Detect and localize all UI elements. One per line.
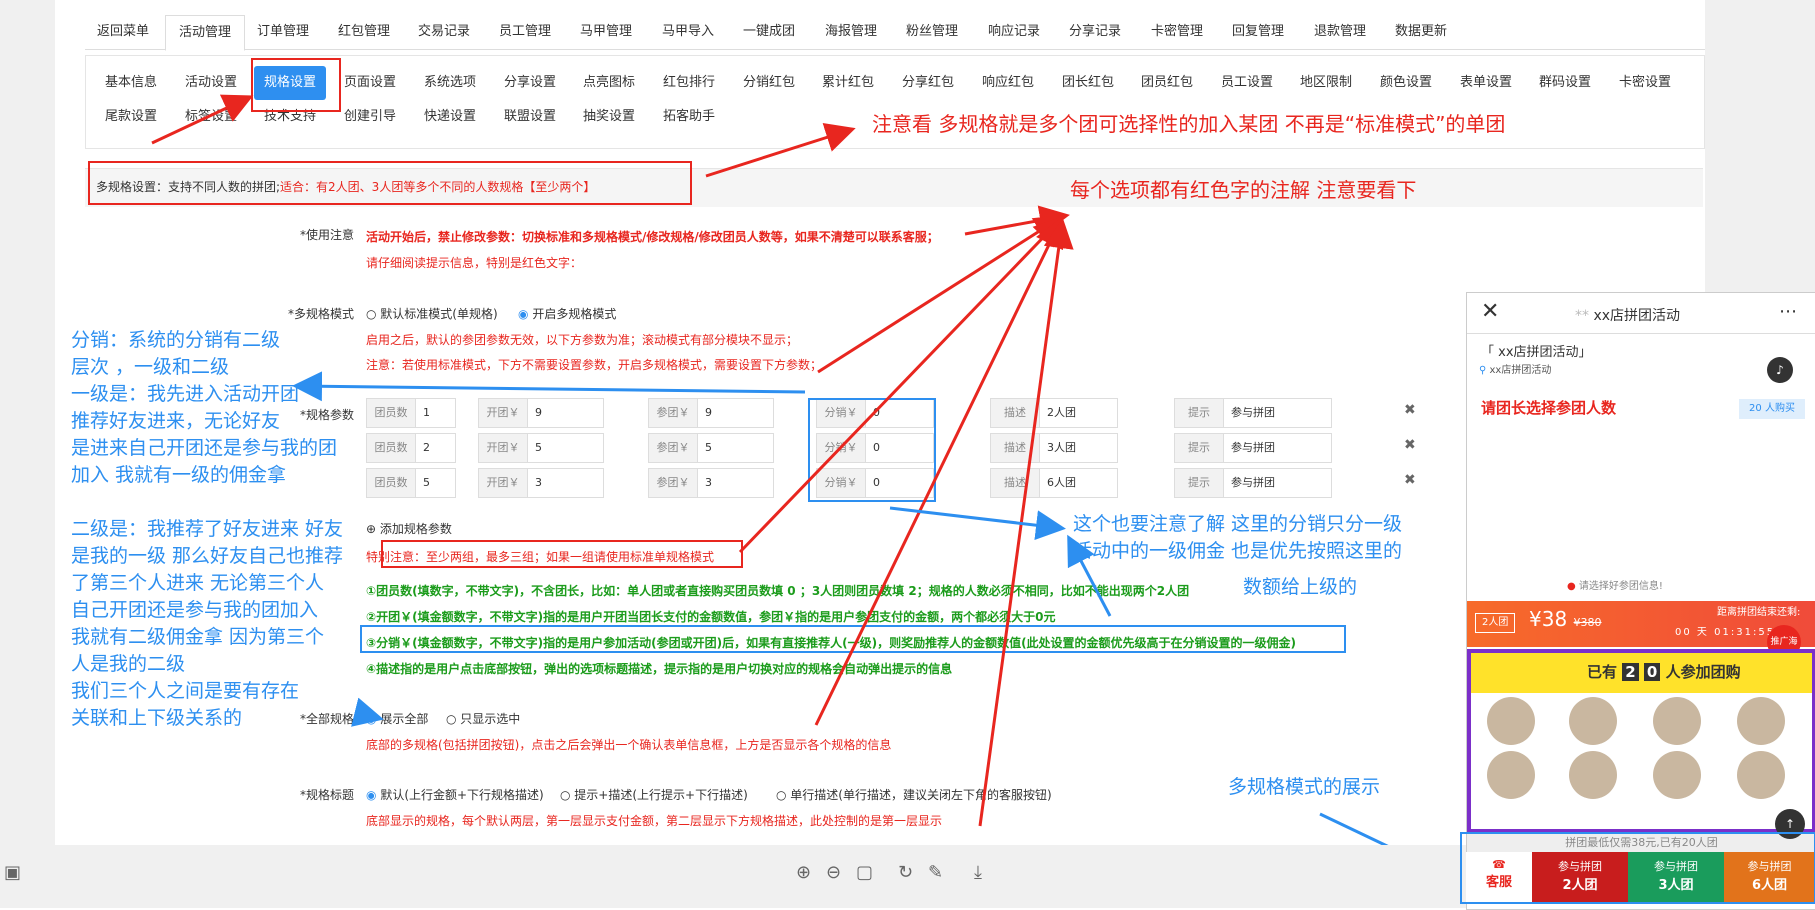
joined-text: 已有 2 0 人参加团购 <box>1587 663 1741 681</box>
sidebar-toggle-icon[interactable]: ▣ <box>4 862 21 883</box>
avatar <box>1653 751 1701 799</box>
buy-count-badge: 20 人购买 <box>1739 399 1805 419</box>
blue-arrows <box>292 371 1456 880</box>
avatar <box>1737 697 1785 745</box>
phone-preview: ✕ ** xx店拼团活动 ⋯ 「 xx店拼团活动」 ⚲ xx店拼团活动 ♪ 请团… <box>1466 292 1815 910</box>
phone-headline: 「 xx店拼团活动」 <box>1481 345 1592 360</box>
countdown: 00 天 01:31:55 <box>1675 627 1776 638</box>
phone-sub: ⚲ xx店拼团活动 <box>1479 365 1552 376</box>
fit-page-icon[interactable]: ▢ <box>856 862 873 883</box>
zoom-in-icon[interactable]: ⊕ <box>796 862 811 883</box>
phone-choose: 请团长选择参团人数 <box>1481 399 1617 417</box>
group-badge: 2人团 <box>1475 613 1516 633</box>
avatar <box>1569 751 1617 799</box>
music-icon[interactable]: ♪ <box>1767 357 1793 383</box>
more-icon[interactable]: ⋯ <box>1779 301 1797 322</box>
price: ¥38 ¥380 <box>1529 607 1602 631</box>
avatar <box>1737 751 1785 799</box>
highlight-box-phone-footer <box>1460 832 1815 904</box>
phone-title: ** xx店拼团活动 <box>1575 308 1681 324</box>
rotate-icon[interactable]: ↻ <box>898 862 913 883</box>
red-arrows <box>151 94 1074 827</box>
avatar <box>1569 697 1617 745</box>
select-tip: ● 请选择好参团信息! <box>1567 581 1663 592</box>
avatar <box>1487 697 1535 745</box>
zoom-out-icon[interactable]: ⊖ <box>826 862 841 883</box>
close-icon[interactable]: ✕ <box>1481 299 1499 324</box>
countdown-label: 距离拼团结束还剩: <box>1717 607 1801 618</box>
download-icon[interactable]: ⤓ <box>974 862 982 883</box>
avatar <box>1487 751 1535 799</box>
edit-icon[interactable]: ✎ <box>928 862 943 883</box>
location-icon: ⚲ <box>1479 365 1487 376</box>
avatar <box>1653 697 1701 745</box>
